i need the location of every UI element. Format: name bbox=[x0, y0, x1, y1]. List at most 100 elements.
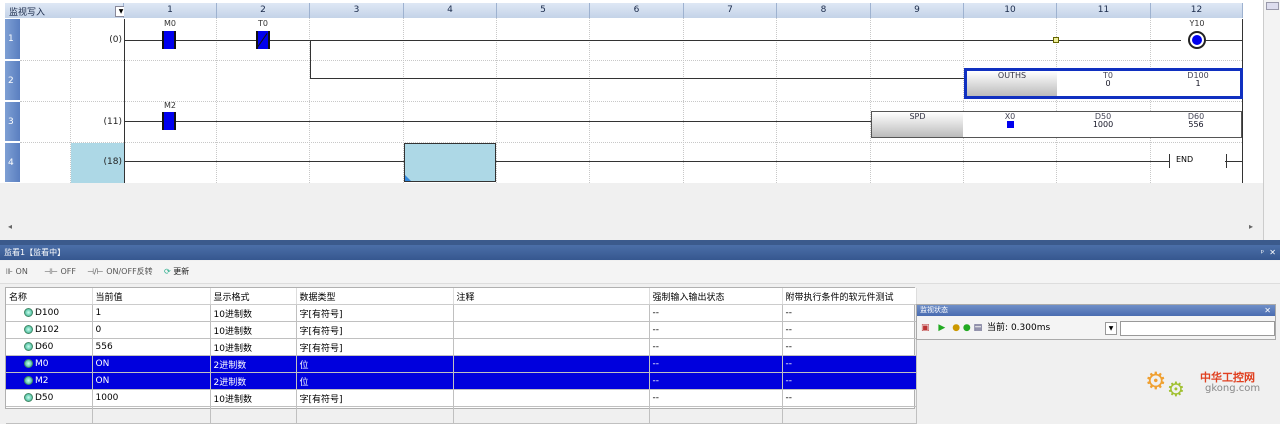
cell-force: -- bbox=[649, 338, 783, 356]
column-header: 7 bbox=[684, 3, 777, 18]
cell-force: -- bbox=[649, 355, 783, 373]
table-row[interactable]: D60 556 10进制数 字[有符号] -- -- bbox=[6, 338, 917, 356]
vertical-scrollbar[interactable] bbox=[1263, 0, 1280, 240]
column-header: 3 bbox=[310, 3, 404, 18]
cell-format: 10进制数 bbox=[210, 389, 297, 407]
device-icon bbox=[24, 325, 33, 334]
stop-icon[interactable]: ● bbox=[952, 323, 960, 333]
column-header[interactable]: 注释 bbox=[453, 288, 650, 305]
horizontal-scrollbar[interactable]: ◂ ▸ bbox=[5, 222, 1263, 234]
ouths-name-cell: OUTHS bbox=[967, 71, 1057, 96]
table-row[interactable]: M0 ON 2进制数位 -- -- bbox=[6, 355, 917, 373]
junction-marker bbox=[1053, 37, 1059, 43]
device-icon bbox=[24, 342, 33, 351]
extra-dropdown[interactable] bbox=[1120, 321, 1275, 336]
monitor-panel-title: 监看1【监看中】 ᵖ ✕ bbox=[0, 245, 1280, 260]
ouths-instruction[interactable]: OUTHS T0 0 D100 1 bbox=[964, 68, 1243, 99]
end-instruction[interactable]: END bbox=[1169, 154, 1227, 168]
contact-label-t0: T0 bbox=[258, 19, 268, 28]
step-number: (18) bbox=[103, 157, 122, 167]
step-number: (0) bbox=[109, 35, 122, 45]
column-header[interactable]: 附带执行条件的软元件测试 bbox=[782, 288, 917, 305]
column-header: 11 bbox=[1057, 3, 1151, 18]
cell-format: 10进制数 bbox=[210, 338, 297, 356]
toggle-button[interactable]: ⊣/⊢ ON/OFF反转 bbox=[87, 265, 153, 279]
cell-format: 10进制数 bbox=[210, 321, 297, 339]
cell-value: 1 bbox=[92, 304, 211, 322]
cell-test: -- bbox=[782, 372, 917, 390]
scroll-left-icon[interactable]: ◂ bbox=[8, 222, 12, 231]
column-header[interactable]: 数据类型 bbox=[296, 288, 454, 305]
device-icon bbox=[24, 359, 33, 368]
cell-type: 字[有符号] bbox=[296, 304, 454, 322]
row-header[interactable]: 4 bbox=[5, 143, 20, 183]
table-row[interactable]: D100 1 10进制数 字[有符号] -- -- bbox=[6, 304, 917, 322]
cell-test: -- bbox=[782, 304, 917, 322]
scan-dropdown[interactable]: ▼ bbox=[1105, 322, 1117, 335]
cell-test: -- bbox=[782, 389, 917, 407]
column-header[interactable]: 强制输入输出状态 bbox=[649, 288, 783, 305]
monitor-status-window: 监视状态 ✕ ▣ ▶ ● ● ▤ 当前: 0.300ms ▼ bbox=[916, 304, 1276, 340]
pin-icon[interactable]: ᵖ bbox=[1261, 245, 1264, 260]
contact-toggle-icon: ⊣/⊢ bbox=[87, 267, 104, 276]
cell-value: 1000 bbox=[92, 389, 211, 407]
row-header[interactable]: 1 bbox=[5, 19, 20, 60]
status-title: 监视状态 ✕ bbox=[917, 305, 1275, 316]
gear-icon: ⚙ bbox=[1167, 377, 1185, 401]
cell-type: 字[有符号] bbox=[296, 389, 454, 407]
row-header[interactable]: 3 bbox=[5, 102, 20, 142]
contact-label-m0: M0 bbox=[164, 19, 176, 28]
cell-comment bbox=[453, 372, 650, 390]
cell-force: -- bbox=[649, 372, 783, 390]
off-button[interactable]: ⊣⊢ OFF bbox=[44, 265, 76, 279]
close-icon[interactable]: ✕ bbox=[1269, 245, 1276, 260]
contact-off-icon: ⊣⊢ bbox=[44, 267, 58, 276]
contact-m0[interactable] bbox=[162, 31, 176, 49]
cell-type: 位 bbox=[296, 355, 454, 373]
spd-op1-name: X0 bbox=[1004, 112, 1016, 121]
monitor-toolbar: ⊪ ON ⊣⊢ OFF ⊣/⊢ ON/OFF反转 ⟳ 更新 bbox=[0, 261, 1280, 284]
device-icon bbox=[24, 393, 33, 402]
column-header[interactable]: 当前值 bbox=[92, 288, 211, 305]
scroll-right-icon[interactable]: ▸ bbox=[1249, 222, 1253, 231]
monitor-table[interactable]: 名称 当前值 显示格式 数据类型 注释 强制输入输出状态 附带执行条件的软元件测… bbox=[5, 287, 917, 424]
coil-label-y10: Y10 bbox=[1189, 19, 1205, 28]
close-icon[interactable]: ✕ bbox=[1264, 305, 1271, 316]
table-row[interactable]: D102 0 10进制数 字[有符号] -- -- bbox=[6, 321, 917, 339]
column-header[interactable]: 名称 bbox=[6, 288, 93, 305]
cell-test: -- bbox=[782, 338, 917, 356]
column-header: 4 bbox=[404, 3, 497, 18]
cell-force: -- bbox=[649, 321, 783, 339]
table-row[interactable]: D50 1000 10进制数 字[有符号] -- -- bbox=[6, 389, 917, 407]
on-button[interactable]: ⊪ ON bbox=[6, 265, 28, 279]
cell-comment bbox=[453, 355, 650, 373]
settings-icon[interactable]: ▤ bbox=[974, 323, 983, 333]
spd-op2-value: 1000 bbox=[1092, 120, 1114, 129]
scroll-thumb[interactable] bbox=[1266, 2, 1279, 10]
gear-icon: ⚙ bbox=[1145, 367, 1167, 395]
cell-value: ON bbox=[92, 355, 211, 373]
column-header: 9 bbox=[871, 3, 964, 18]
device-icon bbox=[24, 376, 33, 385]
ladder-editor[interactable]: 监视写入 ▼ 1 2 3 4 5 6 7 8 9 10 11 12 1 2 3 … bbox=[0, 0, 1263, 183]
cursor-cell[interactable] bbox=[404, 143, 496, 182]
column-header[interactable]: 显示格式 bbox=[210, 288, 297, 305]
coil-y10[interactable] bbox=[1188, 31, 1206, 49]
check-icon[interactable]: ● bbox=[963, 323, 971, 333]
column-header: 8 bbox=[777, 3, 871, 18]
cell-name: D100 bbox=[6, 304, 93, 322]
start-icon[interactable]: ▶ bbox=[938, 323, 945, 333]
row-header[interactable]: 2 bbox=[5, 61, 20, 101]
monitor-icon[interactable]: ▣ bbox=[921, 323, 930, 333]
table-row[interactable]: M2 ON 2进制数位 -- -- bbox=[6, 372, 917, 390]
spd-instruction[interactable]: SPD X0 D50 1000 D60 556 bbox=[871, 111, 1242, 138]
step-number: (11) bbox=[103, 117, 122, 127]
cell-format: 2进制数 bbox=[210, 372, 297, 390]
update-button[interactable]: ⟳ 更新 bbox=[164, 265, 189, 279]
cell-format: 2进制数 bbox=[210, 355, 297, 373]
contact-label-m2: M2 bbox=[164, 101, 176, 110]
spd-op3-value: 556 bbox=[1188, 120, 1204, 129]
mode-dropdown[interactable]: 监视写入 ▼ bbox=[5, 3, 127, 18]
cell-type: 字[有符号] bbox=[296, 338, 454, 356]
contact-m2[interactable] bbox=[162, 112, 176, 130]
